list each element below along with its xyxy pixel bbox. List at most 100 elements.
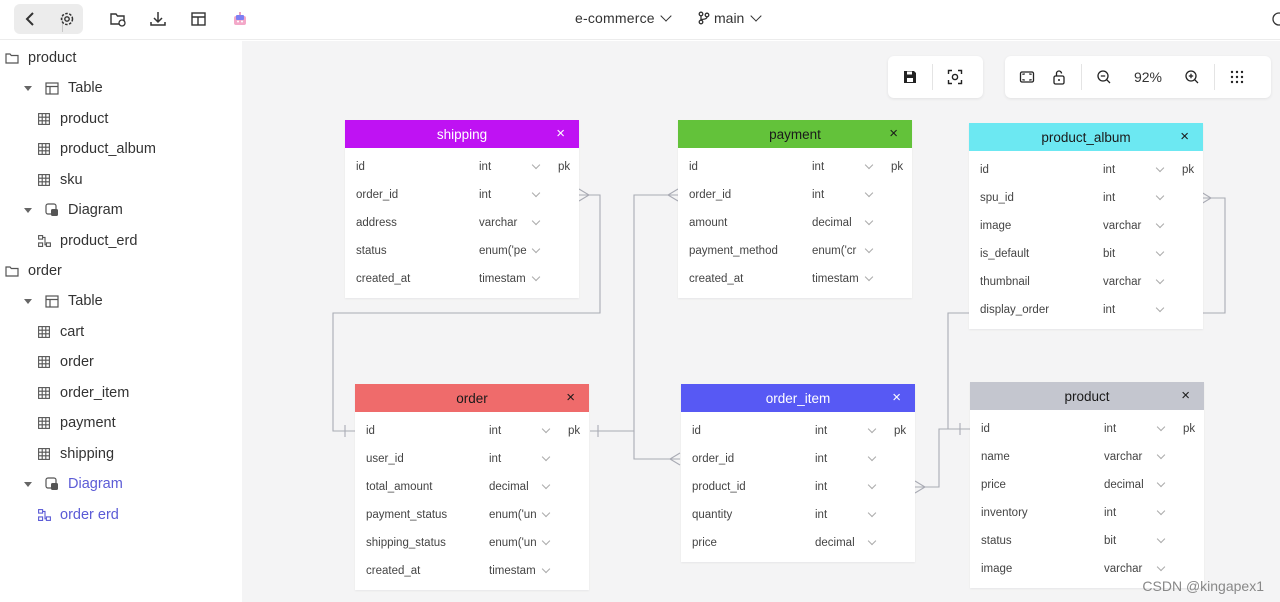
tree-subfolder-table[interactable]: Table: [24, 75, 103, 101]
field-row[interactable]: address varchar: [345, 209, 579, 237]
chevron-down-icon[interactable]: [1156, 450, 1166, 460]
field-type[interactable]: decimal: [812, 217, 862, 229]
field-type[interactable]: int: [815, 481, 865, 493]
table-header[interactable]: product_album ×: [969, 123, 1203, 151]
table-node-product[interactable]: product × id int pk name varchar price decimal in…: [970, 382, 1204, 588]
tree-item-table[interactable]: payment: [36, 410, 116, 436]
chevron-down-icon[interactable]: [1156, 562, 1166, 572]
field-type[interactable]: int: [479, 189, 529, 201]
diagram-canvas[interactable]: 92% shipping × id int pk order_id int address va…: [242, 41, 1280, 602]
table-node-product_album[interactable]: product_album × id int pk spu_id int image varch…: [969, 123, 1203, 329]
field-type[interactable]: varchar: [1104, 451, 1154, 463]
field-row[interactable]: price decimal: [681, 529, 915, 557]
chevron-down-icon[interactable]: [867, 536, 877, 546]
tree-subfolder-diagram[interactable]: Diagram: [24, 471, 123, 497]
chevron-down-icon[interactable]: [531, 244, 541, 254]
field-row[interactable]: status enum('pe: [345, 237, 579, 265]
field-type[interactable]: varchar: [1104, 563, 1154, 575]
tree-item-table[interactable]: product_album: [36, 136, 156, 162]
chevron-down-icon[interactable]: [864, 272, 874, 282]
more-button[interactable]: [1221, 61, 1253, 93]
field-type[interactable]: timestam: [489, 565, 539, 577]
tree-item-table[interactable]: order_item: [36, 380, 129, 406]
table-node-order_item[interactable]: order_item × id int pk order_id int product_id i…: [681, 384, 915, 562]
chevron-down-icon[interactable]: [867, 452, 877, 462]
tree-item-table[interactable]: sku: [36, 167, 83, 193]
table-node-order[interactable]: order × id int pk user_id int total_amount decim…: [355, 384, 589, 590]
field-type[interactable]: int: [815, 453, 865, 465]
field-row[interactable]: payment_method enum('cr: [678, 237, 912, 265]
chevron-down-icon[interactable]: [864, 160, 874, 170]
chevron-down-icon[interactable]: [541, 508, 551, 518]
screenshot-button[interactable]: [939, 61, 971, 93]
field-type[interactable]: enum('pe: [479, 245, 529, 257]
field-row[interactable]: id int pk: [681, 417, 915, 445]
chevron-down-icon[interactable]: [1156, 422, 1166, 432]
field-type[interactable]: timestam: [812, 273, 862, 285]
field-row[interactable]: shipping_status enum('un: [355, 529, 589, 557]
field-type[interactable]: enum('cr: [812, 245, 862, 257]
field-type[interactable]: varchar: [479, 217, 529, 229]
chevron-down-icon[interactable]: [531, 188, 541, 198]
field-row[interactable]: image varchar: [969, 212, 1203, 240]
field-row[interactable]: inventory int: [970, 499, 1204, 527]
field-type[interactable]: timestam: [479, 273, 529, 285]
field-type[interactable]: int: [1103, 192, 1153, 204]
field-row[interactable]: product_id int: [681, 473, 915, 501]
project-selector[interactable]: e-commerce: [575, 10, 672, 26]
new-folder-button[interactable]: [103, 4, 133, 34]
chevron-down-icon[interactable]: [1156, 506, 1166, 516]
field-type[interactable]: int: [812, 189, 862, 201]
chevron-down-icon[interactable]: [541, 480, 551, 490]
field-type[interactable]: varchar: [1103, 276, 1153, 288]
field-type[interactable]: int: [815, 509, 865, 521]
tree-folder-order[interactable]: order: [4, 258, 62, 284]
field-row[interactable]: price decimal: [970, 471, 1204, 499]
field-type[interactable]: int: [489, 425, 539, 437]
table-node-payment[interactable]: payment × id int pk order_id int amount decimal p…: [678, 120, 912, 298]
tree-subfolder-diagram[interactable]: Diagram: [24, 197, 123, 223]
field-type[interactable]: enum('un: [489, 537, 539, 549]
field-type[interactable]: int: [1104, 507, 1154, 519]
field-type[interactable]: int: [1104, 423, 1154, 435]
field-type[interactable]: varchar: [1103, 220, 1153, 232]
chevron-down-icon[interactable]: [867, 424, 877, 434]
close-icon[interactable]: ×: [892, 389, 901, 407]
close-icon[interactable]: ×: [566, 389, 575, 407]
field-type[interactable]: bit: [1104, 535, 1154, 547]
field-type[interactable]: decimal: [1104, 479, 1154, 491]
chevron-down-icon[interactable]: [1155, 163, 1165, 173]
field-row[interactable]: created_at timestam: [678, 265, 912, 293]
field-row[interactable]: id int pk: [970, 415, 1204, 443]
field-row[interactable]: thumbnail varchar: [969, 268, 1203, 296]
tree-item-diagram[interactable]: product_erd: [36, 228, 137, 254]
zoom-out-button[interactable]: [1088, 61, 1120, 93]
tree-item-diagram-selected[interactable]: order erd: [36, 502, 119, 528]
table-header[interactable]: payment ×: [678, 120, 912, 148]
close-icon[interactable]: ×: [556, 125, 565, 143]
field-row[interactable]: created_at timestam: [345, 265, 579, 293]
table-header[interactable]: shipping ×: [345, 120, 579, 148]
field-row[interactable]: order_id int: [345, 181, 579, 209]
chevron-down-icon[interactable]: [867, 480, 877, 490]
table-header[interactable]: order ×: [355, 384, 589, 412]
back-button[interactable]: [16, 4, 46, 34]
field-row[interactable]: payment_status enum('un: [355, 501, 589, 529]
chevron-down-icon[interactable]: [541, 564, 551, 574]
field-row[interactable]: quantity int: [681, 501, 915, 529]
fit-view-button[interactable]: [1011, 61, 1043, 93]
tree-item-table[interactable]: shipping: [36, 441, 114, 467]
field-type[interactable]: decimal: [489, 481, 539, 493]
table-node-shipping[interactable]: shipping × id int pk order_id int address varcha…: [345, 120, 579, 298]
field-type[interactable]: enum('un: [489, 509, 539, 521]
field-row[interactable]: order_id int: [681, 445, 915, 473]
chevron-down-icon[interactable]: [1156, 478, 1166, 488]
ai-assistant-button[interactable]: [225, 4, 255, 34]
field-row[interactable]: name varchar: [970, 443, 1204, 471]
field-type[interactable]: bit: [1103, 248, 1153, 260]
save-button[interactable]: [894, 61, 926, 93]
chevron-down-icon[interactable]: [864, 244, 874, 254]
field-row[interactable]: is_default bit: [969, 240, 1203, 268]
chevron-down-icon[interactable]: [531, 272, 541, 282]
chevron-down-icon[interactable]: [1155, 275, 1165, 285]
